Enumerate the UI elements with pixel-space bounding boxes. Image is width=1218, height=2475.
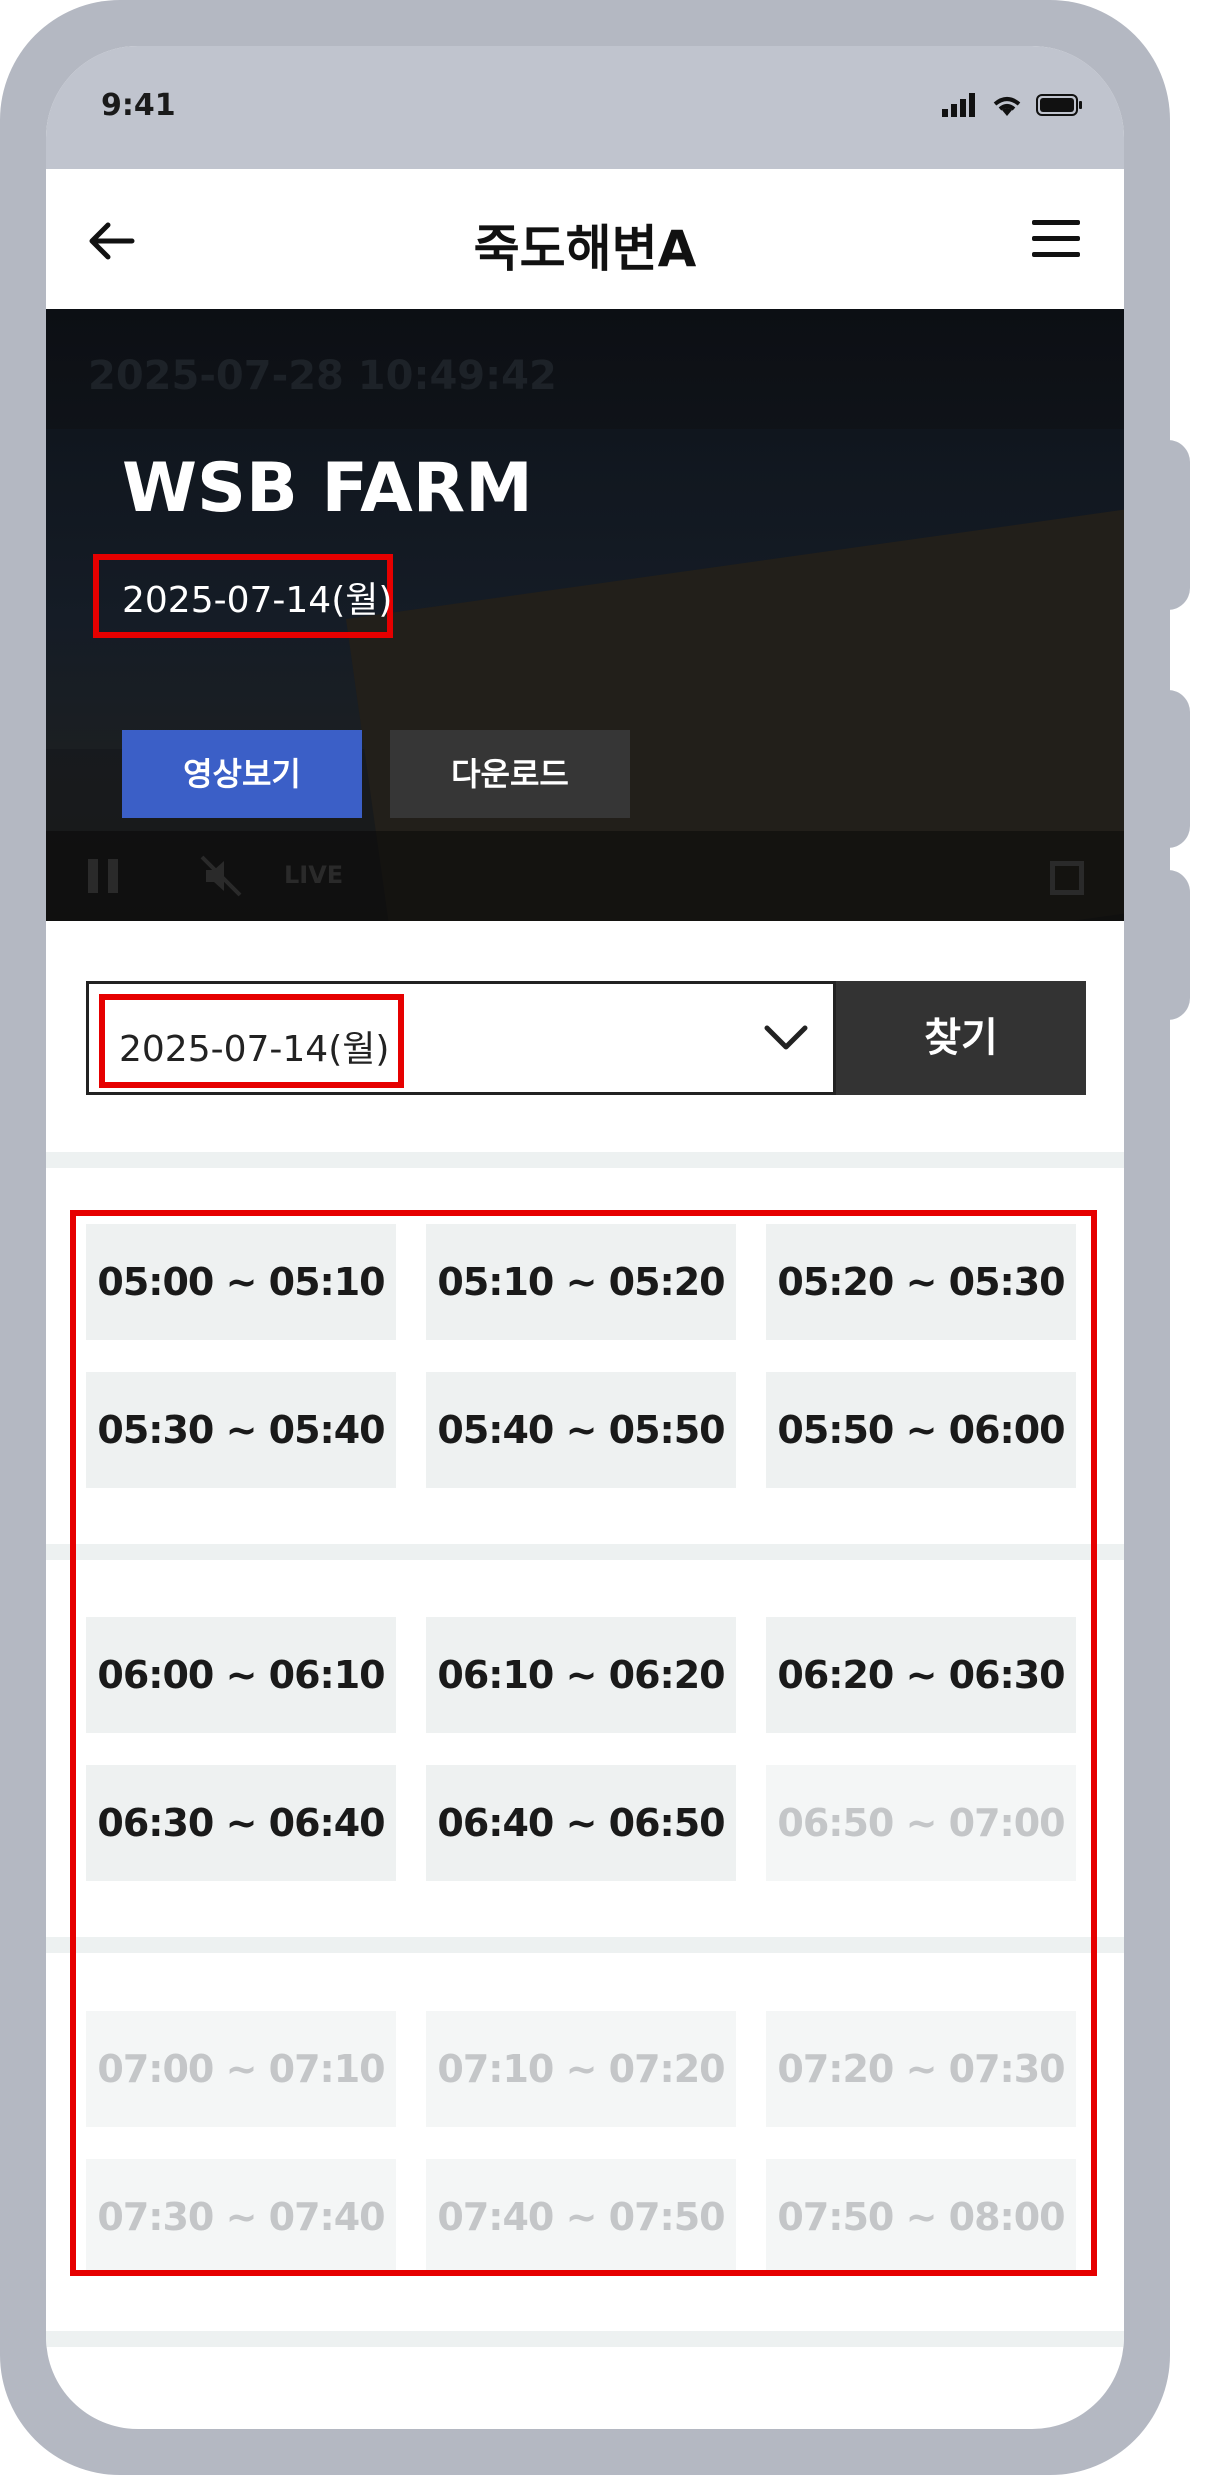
video-player[interactable]: 2025-07-28 10:49:42 WSB FARM 2025-07-14(… (46, 309, 1124, 921)
time-slot-button: 06:50 ~ 07:00 (766, 1765, 1076, 1881)
time-slot-button[interactable]: 06:10 ~ 06:20 (426, 1617, 736, 1733)
section-divider (46, 1544, 1124, 1560)
section-divider (46, 1937, 1124, 1953)
page-title: 죽도해변A (473, 220, 697, 278)
download-button[interactable]: 다운로드 (390, 730, 630, 818)
time-slot-button: 07:50 ~ 08:00 (766, 2159, 1076, 2275)
phone-screen: 9:41 죽도해변A 2025-07-28 10:49:42 WSB FARM … (46, 46, 1124, 2429)
live-label: LIVE (284, 861, 344, 889)
time-slot-button: 07:10 ~ 07:20 (426, 2011, 736, 2127)
watch-video-button[interactable]: 영상보기 (122, 730, 362, 818)
chevron-down-icon (764, 1025, 808, 1050)
time-slot-button[interactable]: 06:00 ~ 06:10 (86, 1617, 396, 1733)
video-timestamp: 2025-07-28 10:49:42 (88, 353, 557, 399)
time-slot-button[interactable]: 06:40 ~ 06:50 (426, 1765, 736, 1881)
time-slot-button[interactable]: 05:30 ~ 05:40 (86, 1372, 396, 1488)
status-icons (942, 90, 1084, 120)
video-title: WSB FARM (122, 449, 533, 528)
time-slot-button[interactable]: 06:30 ~ 06:40 (86, 1765, 396, 1881)
side-button (1150, 440, 1190, 610)
mute-icon[interactable] (198, 853, 244, 899)
video-controls: LIVE (46, 831, 1124, 921)
section-divider (46, 1152, 1124, 1168)
battery-icon (1036, 94, 1082, 116)
status-time: 9:41 (101, 88, 176, 123)
time-slot-button[interactable]: 05:20 ~ 05:30 (766, 1224, 1076, 1340)
search-button[interactable]: 찾기 (836, 981, 1086, 1095)
date-highlight-box (99, 994, 404, 1088)
status-bar: 9:41 (46, 46, 1124, 169)
time-slot-button[interactable]: 05:40 ~ 05:50 (426, 1372, 736, 1488)
fullscreen-icon[interactable] (1050, 861, 1084, 895)
time-slot-button[interactable]: 05:00 ~ 05:10 (86, 1224, 396, 1340)
video-date: 2025-07-14(월) (122, 580, 393, 621)
time-slot-button: 07:00 ~ 07:10 (86, 2011, 396, 2127)
pause-icon[interactable] (88, 859, 118, 893)
time-slot-button[interactable]: 06:20 ~ 06:30 (766, 1617, 1076, 1733)
side-button (1150, 870, 1190, 1020)
side-button (1150, 690, 1190, 848)
time-slot-button[interactable]: 05:10 ~ 05:20 (426, 1224, 736, 1340)
search-row: 2025-07-14(월) 찾기 (86, 981, 1086, 1095)
section-divider (46, 2331, 1124, 2347)
time-slot-button: 07:30 ~ 07:40 (86, 2159, 396, 2275)
date-select[interactable]: 2025-07-14(월) (86, 981, 836, 1095)
hamburger-menu-icon[interactable] (1028, 214, 1084, 264)
time-slot-button[interactable]: 05:50 ~ 06:00 (766, 1372, 1076, 1488)
top-nav: 죽도해변A (46, 169, 1124, 309)
time-slot-button: 07:40 ~ 07:50 (426, 2159, 736, 2275)
signal-icon (942, 93, 975, 117)
wifi-icon (993, 97, 1021, 116)
time-slot-button: 07:20 ~ 07:30 (766, 2011, 1076, 2127)
